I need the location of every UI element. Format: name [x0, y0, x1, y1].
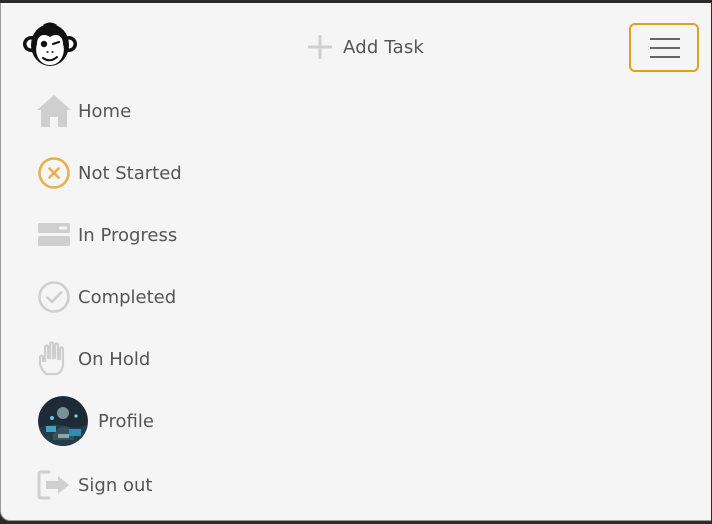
nav-label-not-started: Not Started [78, 162, 182, 184]
nav-label-profile: Profile [98, 410, 154, 432]
app-window: Add Task Home Not Started In Progress Co… [0, 3, 711, 521]
sign-out-icon [36, 467, 72, 503]
nav-label-completed: Completed [78, 286, 177, 308]
nav-label-sign-out: Sign out [78, 474, 153, 496]
check-circle-icon [36, 279, 72, 315]
hamburger-icon [650, 38, 680, 58]
home-icon [36, 93, 72, 129]
nav-label-on-hold: On Hold [78, 348, 151, 370]
monkey-logo[interactable] [22, 20, 78, 76]
x-circle-icon [36, 155, 72, 191]
nav-label-home: Home [78, 100, 132, 122]
avatar [38, 396, 88, 446]
menu-toggle-button[interactable] [629, 23, 699, 72]
progress-icon [36, 217, 72, 253]
nav-item-home[interactable]: Home [36, 91, 131, 131]
nav-item-in-progress[interactable]: In Progress [36, 215, 177, 255]
nav-item-not-started[interactable]: Not Started [36, 153, 182, 193]
add-task-button[interactable]: Add Task [306, 32, 424, 62]
plus-icon [308, 35, 332, 59]
nav-label-in-progress: In Progress [78, 224, 178, 246]
nav-item-sign-out[interactable]: Sign out [36, 465, 152, 505]
hand-icon [36, 341, 72, 377]
nav-item-completed[interactable]: Completed [36, 277, 176, 317]
nav-item-on-hold[interactable]: On Hold [36, 339, 150, 379]
nav-item-profile[interactable]: Profile [38, 396, 154, 446]
add-task-label: Add Task [343, 36, 425, 58]
